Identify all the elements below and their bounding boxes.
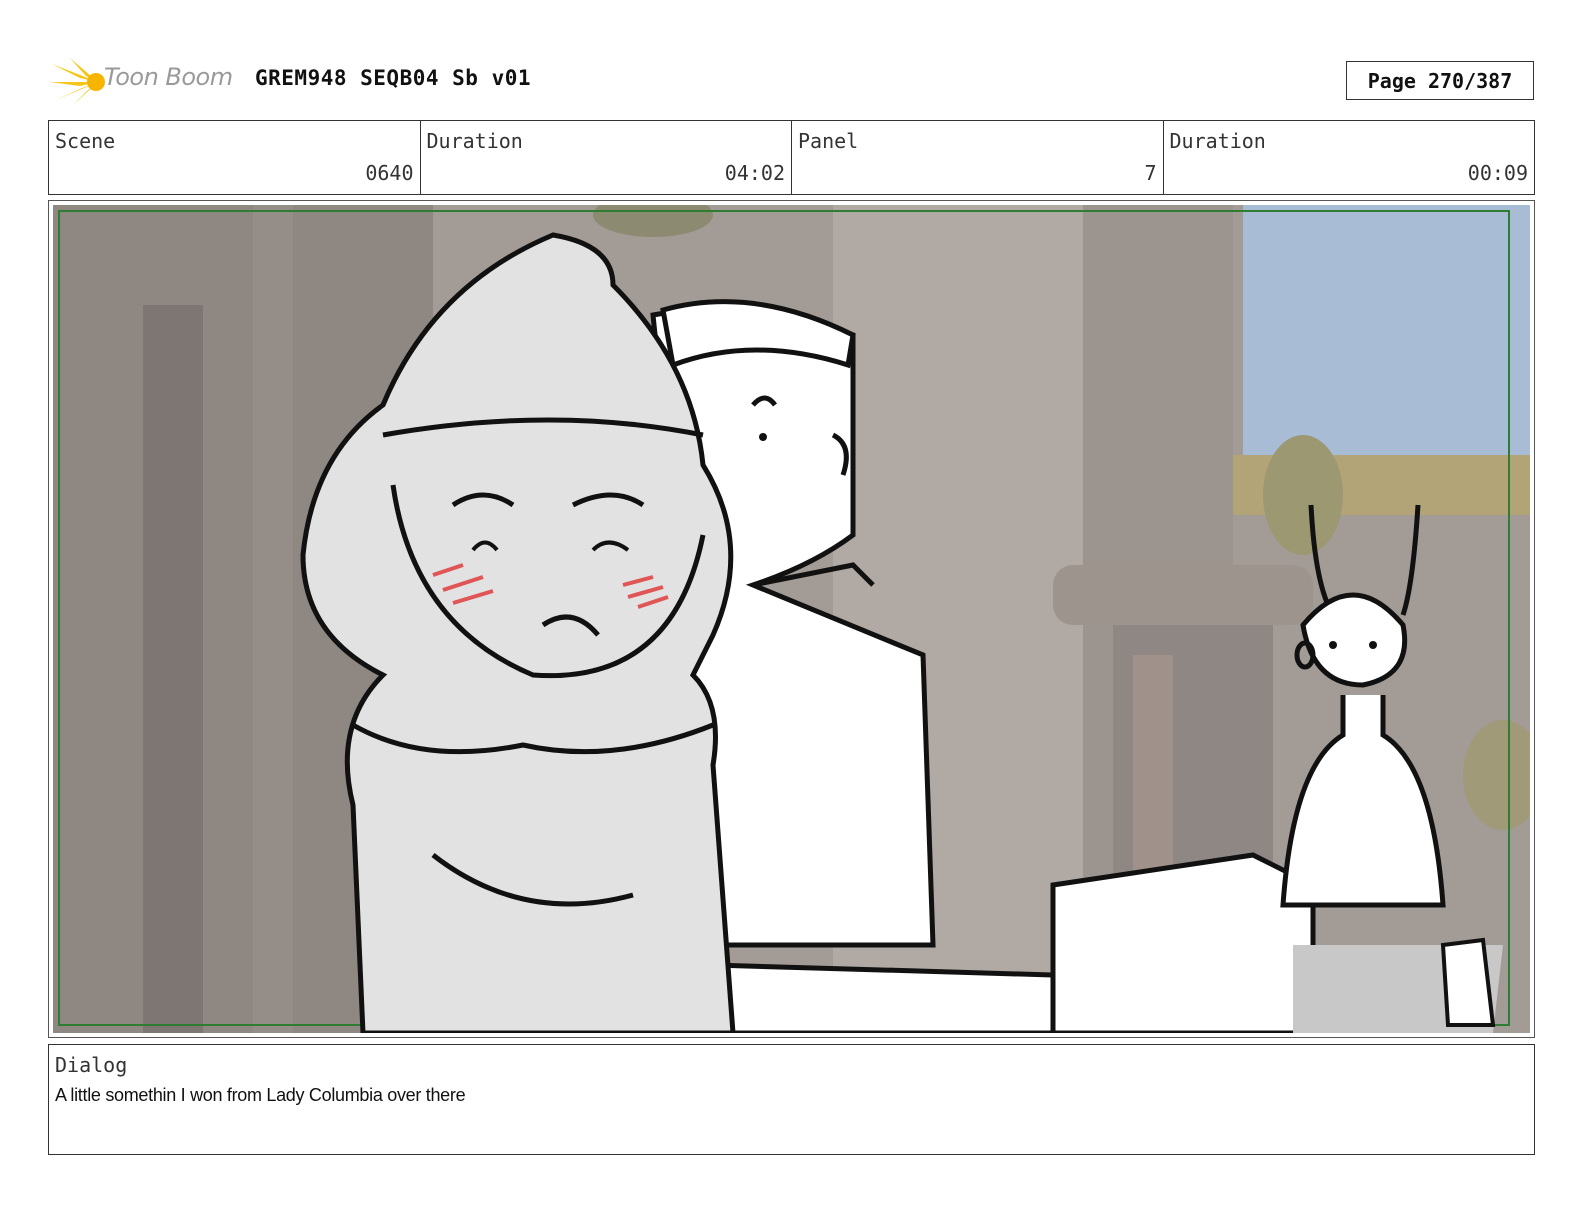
panel-duration-value: 00:09	[1467, 161, 1528, 185]
logo-wordmark: Toon Boom	[104, 63, 233, 91]
panel-drawing	[53, 205, 1530, 1033]
scene-label: Scene	[55, 129, 116, 153]
page-number: Page 270/387	[1367, 68, 1513, 93]
scene-duration-label: Duration	[426, 129, 523, 153]
scene-duration-value: 04:02	[724, 161, 785, 185]
panel-cell: Panel 7	[792, 121, 1164, 194]
dialog-text: A little somethin I won from Lady Columb…	[55, 1085, 466, 1105]
page-indicator: Page 270/387	[1346, 61, 1534, 100]
storyboard-panel	[48, 200, 1535, 1038]
dialog-label: Dialog	[55, 1053, 128, 1077]
panel-value: 7	[1144, 161, 1157, 185]
panel-duration-label: Duration	[1169, 129, 1266, 153]
dialog-box: Dialog A little somethin I won from Lady…	[48, 1044, 1535, 1155]
panel-label: Panel	[798, 129, 859, 153]
scene-value: 0640	[365, 161, 414, 185]
scene-cell: Scene 0640	[49, 121, 421, 194]
scene-duration-cell: Duration 04:02	[421, 121, 792, 194]
document-title: GREM948 SEQB04 Sb v01	[255, 66, 532, 90]
panel-duration-cell: Duration 00:09	[1164, 121, 1535, 194]
scene-info-row: Scene 0640 Duration 04:02 Panel 7 Durati…	[48, 120, 1535, 195]
